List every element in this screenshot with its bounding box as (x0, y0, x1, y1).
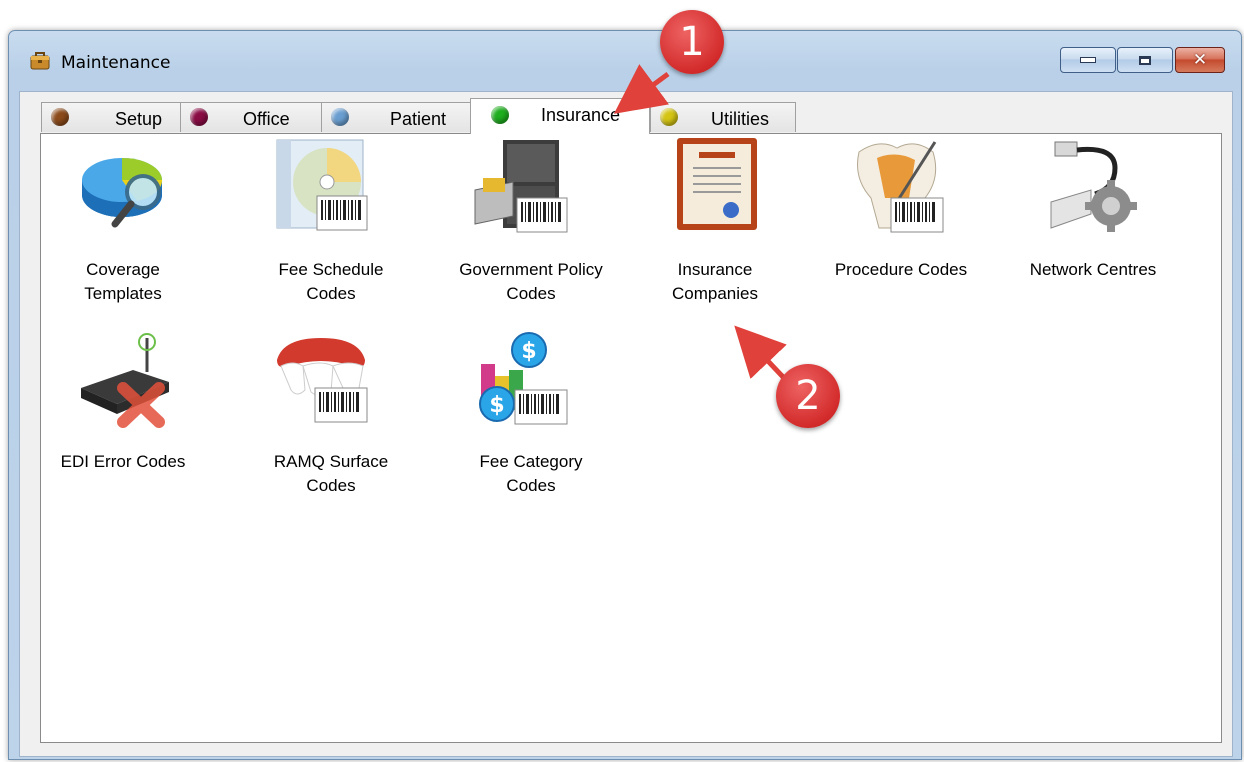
router-error-icon (81, 333, 169, 428)
minimize-icon (1080, 57, 1096, 63)
item-label: Coverage Templates (84, 260, 162, 303)
coverage-chart-magnifier-icon (82, 158, 163, 228)
network-cable-gear-icon (1050, 141, 1137, 232)
tab-setup[interactable]: Setup (41, 102, 181, 132)
toolbox-icon (30, 52, 50, 70)
window-title: Maintenance (61, 53, 171, 73)
svg-text:$: $ (489, 393, 504, 418)
item-label: Insurance Companies (672, 260, 758, 303)
item-label: Government Policy Codes (459, 260, 603, 303)
tab-patient[interactable]: Patient (321, 102, 471, 132)
minimize-button[interactable] (1060, 47, 1116, 73)
chart-dollar-barcode-icon: $ $ (479, 332, 568, 425)
teeth-barcode-icon (277, 338, 368, 423)
filing-cabinet-barcode-icon (474, 140, 568, 233)
annotation-badge-2: 2 (776, 364, 840, 428)
close-icon: ✕ (1192, 50, 1208, 70)
tooth-barcode-icon (857, 141, 944, 233)
yellow-ball-icon (660, 108, 678, 126)
brown-ball-icon (51, 108, 69, 126)
tab-insurance[interactable]: Insurance (470, 98, 650, 134)
item-label: Network Centres (1029, 260, 1157, 279)
tab-office[interactable]: Office (180, 102, 322, 132)
tab-label: Patient (390, 109, 447, 129)
item-label: RAMQ Surface Codes (273, 452, 389, 495)
certificate-document-icon (677, 138, 757, 230)
tab-label: Office (243, 109, 290, 129)
tab-label: Insurance (541, 105, 621, 125)
maintenance-window: Maintenance ✕ Setup Office Patient Insur… (8, 30, 1242, 760)
close-button[interactable]: ✕ (1175, 47, 1225, 73)
annotation-badge-1: 1 (660, 10, 724, 74)
item-label: Fee Schedule Codes (278, 260, 384, 303)
insurance-panel: Coverage Templates Fee Schedule Codes Go… (40, 133, 1222, 743)
maximize-button[interactable] (1117, 47, 1173, 73)
green-ball-icon (491, 106, 509, 124)
tab-utilities[interactable]: Utilities (650, 102, 796, 132)
maximize-icon (1139, 55, 1151, 65)
title-bar[interactable]: Maintenance ✕ (9, 31, 1241, 73)
magenta-ball-icon (190, 108, 208, 126)
svg-text:$: $ (521, 339, 536, 364)
tab-label: Setup (115, 109, 163, 129)
tab-label: Utilities (711, 109, 770, 129)
item-label: EDI Error Codes (60, 452, 186, 471)
client-area: Setup Office Patient Insurance Utilities (19, 91, 1233, 757)
blue-ball-icon (331, 108, 349, 126)
item-label: Procedure Codes (834, 260, 968, 279)
cd-barcode-icon (276, 139, 368, 231)
item-label: Fee Category Codes (479, 452, 583, 495)
